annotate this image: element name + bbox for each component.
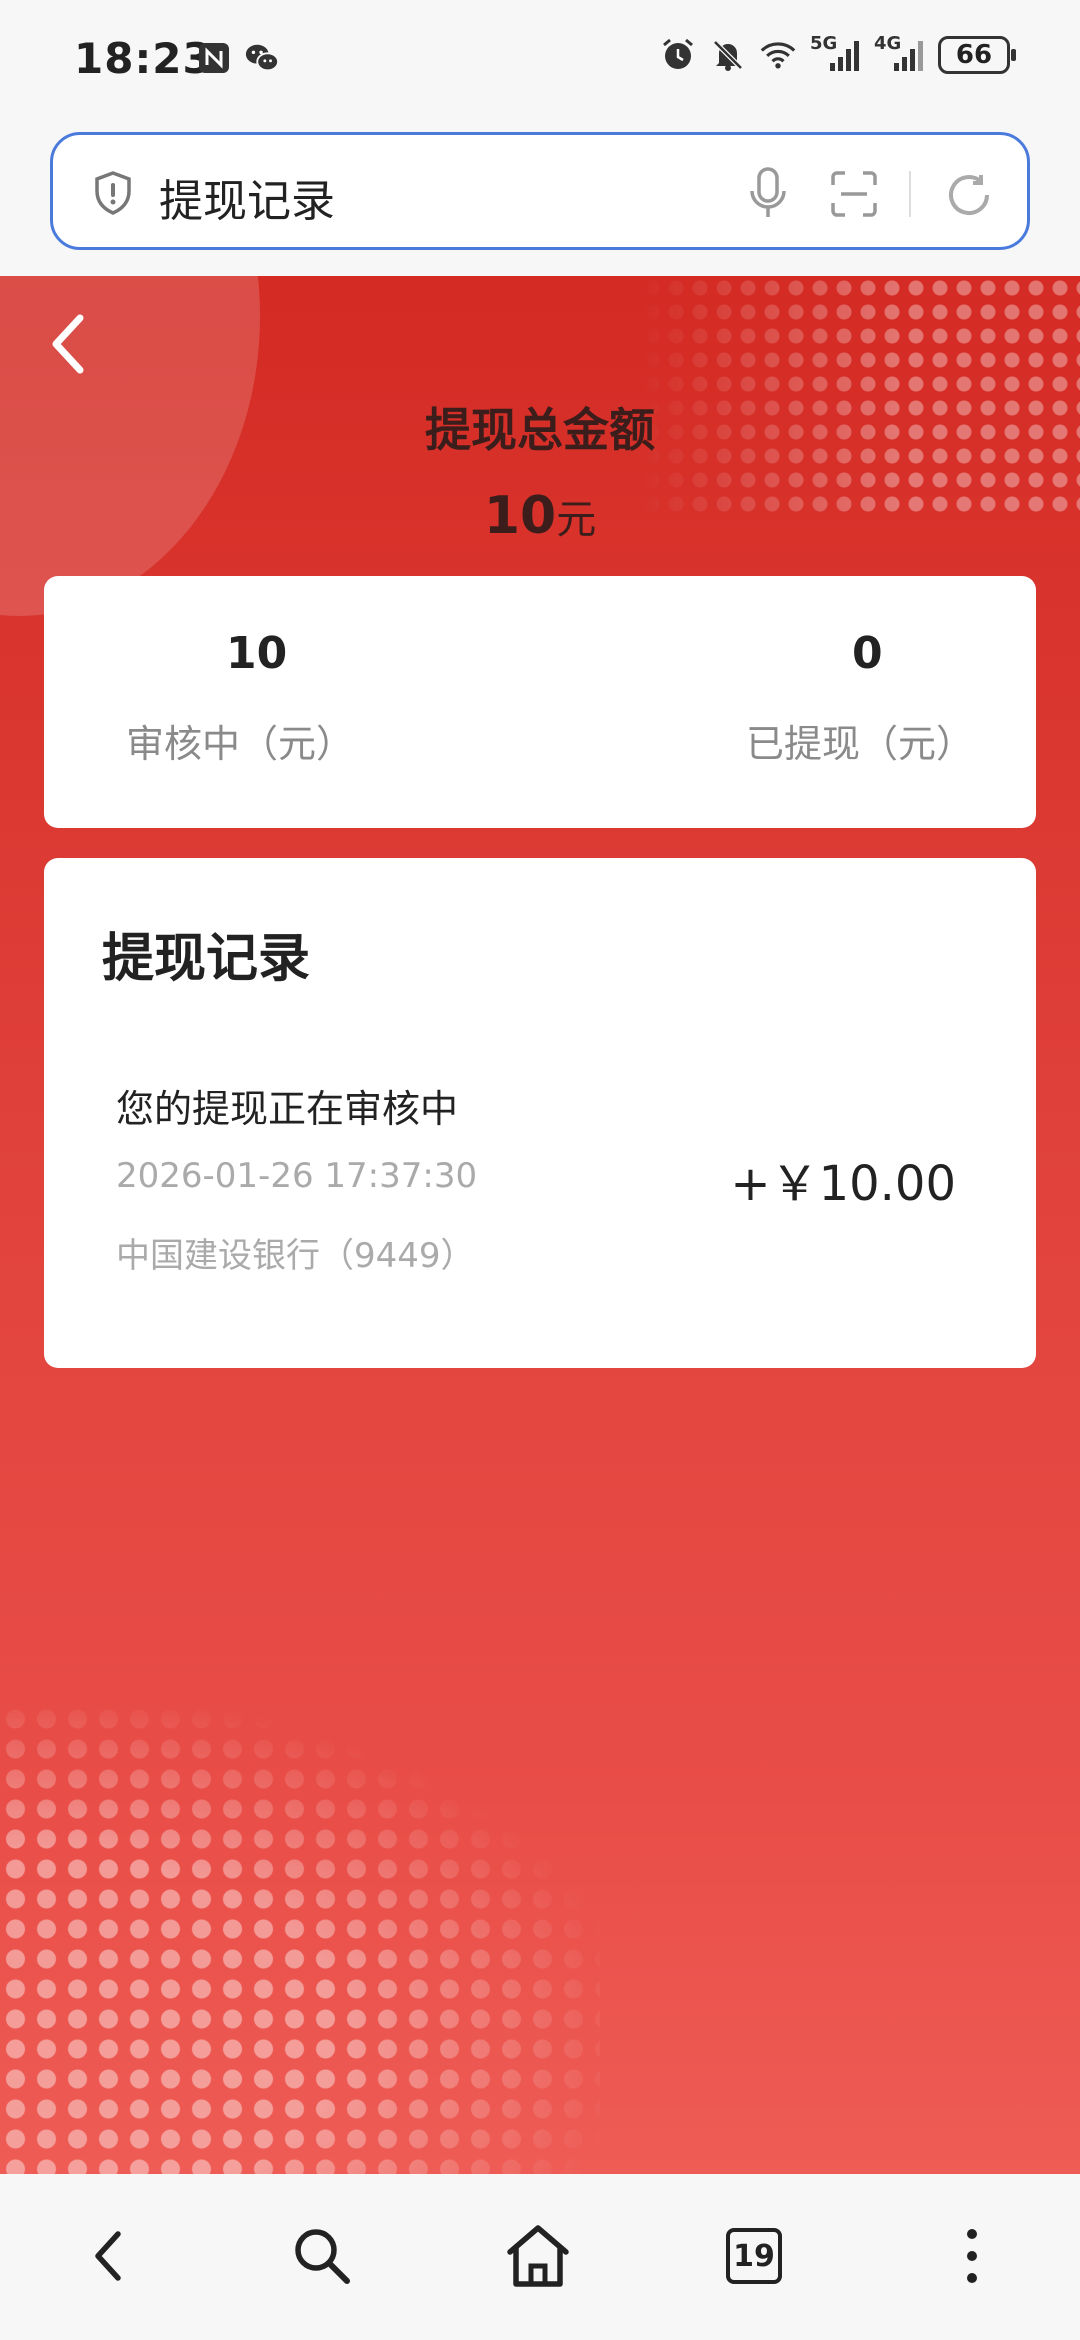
scan-icon[interactable] xyxy=(829,169,879,219)
status-bar: 18:23 5G 4G 66 xyxy=(0,0,1080,120)
microphone-icon[interactable] xyxy=(743,165,793,221)
record-amount: +￥10.00 xyxy=(730,1156,956,1212)
record-status: 您的提现正在审核中 xyxy=(116,1087,459,1131)
total-withdraw-value: 10 xyxy=(483,486,557,546)
withdrawn-value: 0 xyxy=(852,628,883,679)
total-withdraw-unit: 元 xyxy=(556,497,597,543)
address-bar[interactable]: 提现记录 xyxy=(50,132,1030,250)
total-withdraw-label: 提现总金额 xyxy=(425,403,655,457)
summary-card: 10 审核中（元） 0 已提现（元） xyxy=(44,576,1036,828)
bottom-nav: 19 xyxy=(0,2174,1080,2340)
signal-5g-icon: 5G xyxy=(810,33,860,73)
signal-4g-icon: 4G xyxy=(874,33,924,73)
more-vertical-icon xyxy=(967,2229,977,2283)
pending-summary: 10 审核中（元） xyxy=(126,628,466,768)
pending-label: 审核中（元） xyxy=(126,722,355,766)
nav-home-button[interactable] xyxy=(502,2220,574,2292)
records-card: 提现记录 您的提现正在审核中 2026-01-26 17:37:30 中国建设银… xyxy=(44,858,1036,1368)
mute-bell-icon xyxy=(710,37,746,73)
pending-value: 10 xyxy=(226,628,288,679)
withdraw-records-page: 提现总金额 10元 10 审核中（元） 0 已提现（元） 提现记录 您的提现正在… xyxy=(0,276,1080,2174)
home-icon xyxy=(507,2225,569,2287)
chevron-left-icon xyxy=(95,2231,121,2281)
address-text[interactable]: 提现记录 xyxy=(159,165,335,229)
nav-search-button[interactable] xyxy=(286,2220,358,2292)
total-withdraw-amount: 10元 xyxy=(0,486,1080,546)
nfc-icon xyxy=(196,40,232,76)
tabs-icon: 19 xyxy=(726,2228,782,2284)
search-icon xyxy=(295,2229,350,2284)
chevron-left-icon xyxy=(52,314,84,374)
decorative-dots-bottom xyxy=(0,1704,600,2174)
tab-count: 19 xyxy=(733,2238,775,2274)
record-item[interactable]: 您的提现正在审核中 2026-01-26 17:37:30 中国建设银行（944… xyxy=(116,1078,1016,1298)
nav-tabs-button[interactable]: 19 xyxy=(718,2220,790,2292)
nav-back-button[interactable] xyxy=(72,2220,144,2292)
status-right-icons: 5G 4G 66 xyxy=(660,33,1016,74)
browser-toolbar: 提现记录 xyxy=(0,120,1080,276)
record-bank: 中国建设银行（9449） xyxy=(116,1236,475,1276)
back-button[interactable] xyxy=(38,304,98,384)
status-left-icons xyxy=(196,40,280,76)
status-time: 18:23 xyxy=(74,34,213,83)
refresh-icon[interactable] xyxy=(941,167,997,223)
shield-icon[interactable] xyxy=(89,169,137,217)
record-time: 2026-01-26 17:37:30 xyxy=(116,1156,478,1196)
withdrawn-summary: 0 已提现（元） xyxy=(746,628,986,768)
alarm-icon xyxy=(660,37,696,73)
nav-more-button[interactable] xyxy=(936,2220,1008,2292)
wifi-icon xyxy=(760,37,796,73)
address-divider xyxy=(909,171,911,217)
wechat-icon xyxy=(244,40,280,76)
battery-indicator: 66 xyxy=(938,36,1016,74)
withdrawn-label: 已提现（元） xyxy=(746,722,975,766)
records-title: 提现记录 xyxy=(102,929,311,989)
